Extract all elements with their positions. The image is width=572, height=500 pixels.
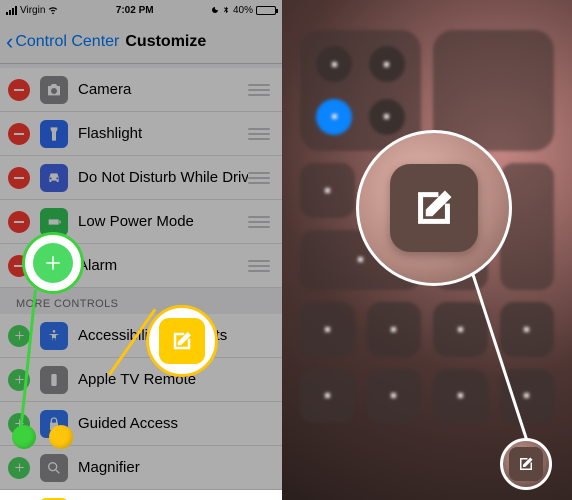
list-item: Guided Access xyxy=(0,402,282,446)
settings-screen: Virgin 7:02 PM 40% ‹ Control Center Cust… xyxy=(0,0,282,500)
drag-handle-icon[interactable] xyxy=(248,172,270,184)
annotation-dot-yellow xyxy=(49,425,73,449)
drag-handle-icon[interactable] xyxy=(248,260,270,272)
plus-icon xyxy=(44,254,62,272)
annotation-callout-add xyxy=(22,232,84,294)
list-item: Magnifier xyxy=(0,446,282,490)
status-bar: Virgin 7:02 PM 40% xyxy=(0,0,282,20)
annotation-callout-notes-cc xyxy=(356,130,512,286)
camera-tile[interactable] xyxy=(500,302,555,357)
extra-tile-2[interactable] xyxy=(367,369,422,424)
car-icon xyxy=(40,164,68,192)
row-label: Do Not Disturb While Driving xyxy=(78,169,248,186)
camera-icon xyxy=(40,76,68,104)
add-button[interactable] xyxy=(8,325,30,347)
back-button[interactable]: Control Center xyxy=(15,33,119,51)
extra-tile-3[interactable] xyxy=(433,369,488,424)
list-item: Do Not Disturb While Driving xyxy=(0,156,282,200)
drag-handle-icon[interactable] xyxy=(248,128,270,140)
add-button-magnified xyxy=(33,243,73,283)
drag-handle-icon[interactable] xyxy=(248,84,270,96)
list-item: Accessibility Shortcuts xyxy=(0,314,282,358)
wifi-icon xyxy=(48,5,58,15)
remove-button[interactable] xyxy=(8,79,30,101)
nav-title: Customize xyxy=(125,33,206,51)
timer-tile[interactable] xyxy=(367,302,422,357)
notes-tile-magnified xyxy=(390,164,478,252)
notes-icon-magnified xyxy=(159,318,205,364)
cellular-toggle[interactable] xyxy=(369,46,405,82)
airplane-toggle[interactable] xyxy=(316,46,352,82)
annotation-target-notes-tile xyxy=(500,438,552,490)
orientation-lock-tile[interactable] xyxy=(300,163,355,218)
connectivity-module[interactable] xyxy=(300,30,421,151)
flashlight-icon xyxy=(40,120,68,148)
bluetooth-icon xyxy=(222,5,230,15)
list-item: Camera xyxy=(0,68,282,112)
compose-icon xyxy=(170,329,194,353)
clock-label: 7:02 PM xyxy=(116,5,154,16)
row-label: Alarm xyxy=(78,257,248,274)
calculator-tile[interactable] xyxy=(433,302,488,357)
row-label: Low Power Mode xyxy=(78,213,248,230)
notes-tile-small xyxy=(509,447,543,481)
dnd-moon-icon xyxy=(211,5,219,15)
nav-bar: ‹ Control Center Customize xyxy=(0,20,282,64)
extra-tile-1[interactable] xyxy=(300,369,355,424)
drag-handle-icon[interactable] xyxy=(248,216,270,228)
row-label: Magnifier xyxy=(78,459,270,476)
carrier-label: Virgin xyxy=(20,5,45,16)
remove-button[interactable] xyxy=(8,167,30,189)
remote-icon xyxy=(40,366,68,394)
wifi-toggle[interactable] xyxy=(316,99,352,135)
list-item: Notes xyxy=(0,490,282,500)
signal-icon xyxy=(6,5,17,15)
annotation-dot-green xyxy=(12,425,36,449)
remove-button[interactable] xyxy=(8,211,30,233)
back-chevron-icon[interactable]: ‹ xyxy=(6,31,13,53)
add-button[interactable] xyxy=(8,457,30,479)
row-label: Camera xyxy=(78,81,248,98)
remove-button[interactable] xyxy=(8,123,30,145)
row-label: Flashlight xyxy=(78,125,248,142)
battery-label: 40% xyxy=(233,5,253,16)
flashlight-tile[interactable] xyxy=(300,302,355,357)
search-icon xyxy=(40,454,68,482)
list-item: Flashlight xyxy=(0,112,282,156)
annotation-callout-notes xyxy=(146,305,218,377)
accessibility-icon xyxy=(40,322,68,350)
bluetooth-toggle[interactable] xyxy=(369,99,405,135)
battery-icon xyxy=(256,6,276,15)
list-item: Apple TV Remote xyxy=(0,358,282,402)
row-label: Guided Access xyxy=(78,415,270,432)
compose-icon xyxy=(517,455,535,473)
compose-icon xyxy=(411,185,457,231)
